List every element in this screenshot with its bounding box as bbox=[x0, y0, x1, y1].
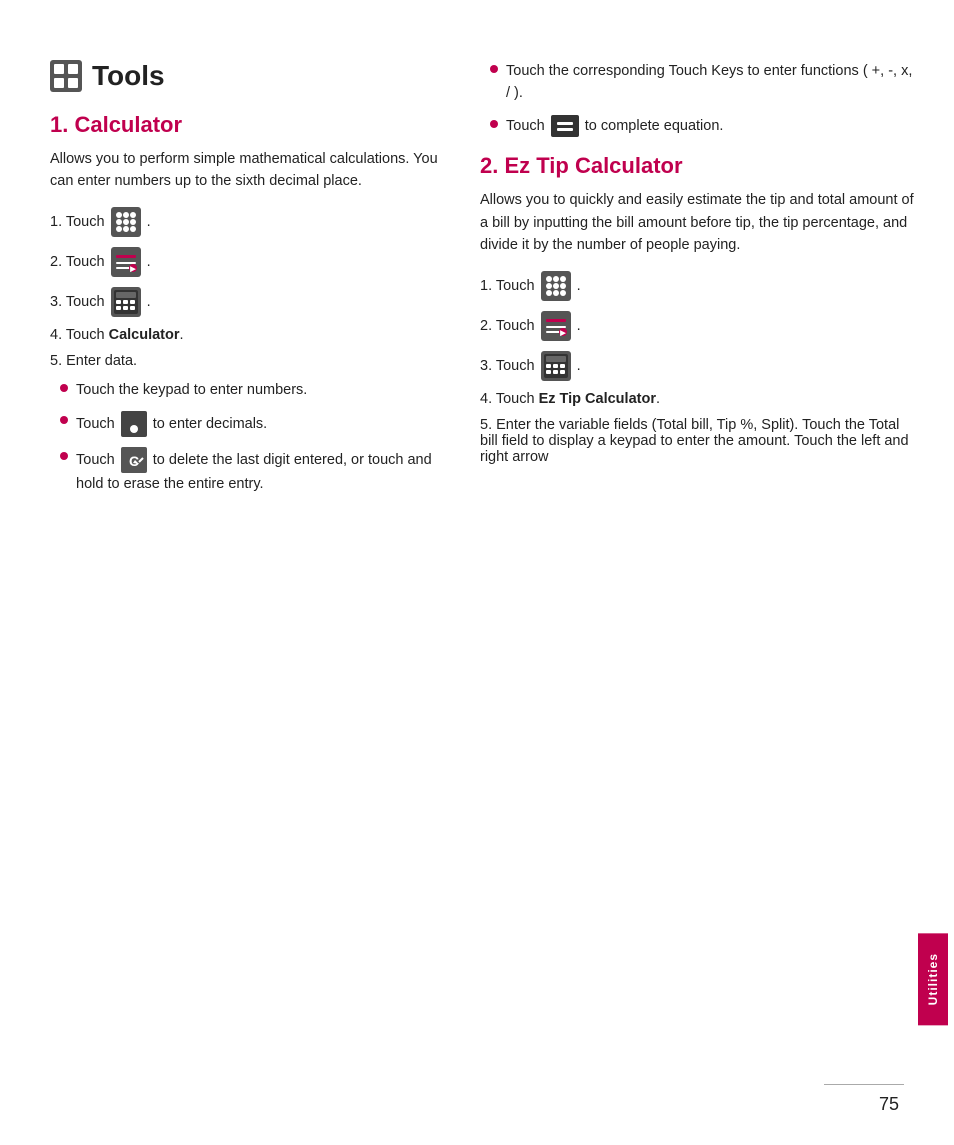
ez-step-3-period: . bbox=[577, 358, 581, 374]
calc-step-3: 3. Touch . bbox=[50, 287, 440, 317]
tools-icon bbox=[50, 60, 82, 92]
right-column: Touch the corresponding Touch Keys to en… bbox=[470, 60, 914, 1085]
step-2-icon: ▶ bbox=[111, 247, 141, 277]
svg-text:C: C bbox=[129, 453, 139, 469]
right-bullet-dot-2 bbox=[490, 120, 498, 128]
right-bullet-dot-1 bbox=[490, 65, 498, 73]
ez-tip-description: Allows you to quickly and easily estimat… bbox=[480, 189, 914, 256]
ez-step-1-period: . bbox=[577, 278, 581, 294]
divider-line bbox=[824, 1084, 904, 1085]
right-sidebar: Utilities bbox=[912, 0, 954, 1145]
utilities-tab: Utilities bbox=[918, 933, 948, 1025]
equals-icon bbox=[551, 115, 579, 137]
step-3-period: . bbox=[147, 294, 151, 310]
bullet-dot-2 bbox=[60, 416, 68, 424]
ez-step-3-icon bbox=[541, 351, 571, 381]
calculator-heading: 1. Calculator bbox=[50, 112, 440, 138]
calc-bullet-1-text: Touch the keypad to enter numbers. bbox=[76, 379, 307, 401]
right-bullet-2-text: Touch to complete equation. bbox=[506, 115, 723, 137]
ez-step-5-text: 5. Enter the variable fields (Total bill… bbox=[480, 417, 914, 465]
step-1-period: . bbox=[147, 214, 151, 230]
calc-bullets: Touch the keypad to enter numbers. Touch… bbox=[60, 379, 440, 496]
bullet-dot-1 bbox=[60, 384, 68, 392]
calc-step-2: 2. Touch ▶ . bbox=[50, 247, 440, 277]
calculator-description: Allows you to perform simple mathematica… bbox=[50, 148, 440, 193]
calc-bullet-3-text: Touch C to delete the last digit entered… bbox=[76, 447, 440, 495]
calculator-section: 1. Calculator Allows you to perform simp… bbox=[50, 112, 440, 496]
ez-step-3: 3. Touch . bbox=[480, 351, 914, 381]
right-bullet-1: Touch the corresponding Touch Keys to en… bbox=[490, 60, 914, 105]
calc-step-5: 5. Enter data. bbox=[50, 353, 440, 369]
ez-step-2: 2. Touch ▶ . bbox=[480, 311, 914, 341]
calc-step-4: 4. Touch Calculator. bbox=[50, 327, 440, 343]
ez-tip-heading: 2. Ez Tip Calculator bbox=[480, 153, 914, 179]
right-bullet-1-text: Touch the corresponding Touch Keys to en… bbox=[506, 60, 914, 105]
ez-step-3-label: 3. Touch bbox=[480, 358, 535, 374]
bullet-dot-3 bbox=[60, 452, 68, 460]
calc-bullet-2-text: Touch to enter decimals. bbox=[76, 411, 267, 437]
ez-step-4-text: 4. Touch Ez Tip Calculator. bbox=[480, 391, 660, 407]
calc-bullet-3: Touch C to delete the last digit entered… bbox=[60, 447, 440, 495]
left-column: Tools 1. Calculator Allows you to perfor… bbox=[50, 60, 470, 1085]
ez-step-2-icon: ▶ bbox=[541, 311, 571, 341]
step-5-text: 5. Enter data. bbox=[50, 353, 137, 369]
clear-icon: C bbox=[121, 447, 147, 473]
ez-step-1: 1. Touch . bbox=[480, 271, 914, 301]
step-2-period: . bbox=[147, 254, 151, 270]
page-container: Tools 1. Calculator Allows you to perfor… bbox=[0, 0, 954, 1145]
step-3-label: 3. Touch bbox=[50, 294, 105, 310]
svg-text:▶: ▶ bbox=[559, 330, 566, 337]
svg-text:▶: ▶ bbox=[129, 266, 136, 273]
ez-tip-section: 2. Ez Tip Calculator Allows you to quick… bbox=[480, 153, 914, 464]
calc-bullet-1: Touch the keypad to enter numbers. bbox=[60, 379, 440, 401]
ez-step-2-label: 2. Touch bbox=[480, 318, 535, 334]
ez-step-2-period: . bbox=[577, 318, 581, 334]
step-4-text: 4. Touch Calculator. bbox=[50, 327, 184, 343]
ez-step-5: 5. Enter the variable fields (Total bill… bbox=[480, 417, 914, 465]
step-3-icon bbox=[111, 287, 141, 317]
ez-step-4: 4. Touch Ez Tip Calculator. bbox=[480, 391, 914, 407]
calc-step-1: 1. Touch . bbox=[50, 207, 440, 237]
page-number: 75 bbox=[879, 1094, 899, 1115]
tools-title: Tools bbox=[92, 60, 165, 92]
tools-header: Tools bbox=[50, 60, 440, 92]
ez-step-1-label: 1. Touch bbox=[480, 278, 535, 294]
calc-bullet-2: Touch to enter decimals. bbox=[60, 411, 440, 437]
step-1-label: 1. Touch bbox=[50, 214, 105, 230]
right-bullet-2: Touch to complete equation. bbox=[490, 115, 914, 137]
right-bullets: Touch the corresponding Touch Keys to en… bbox=[490, 60, 914, 137]
step-1-icon bbox=[111, 207, 141, 237]
step-2-label: 2. Touch bbox=[50, 254, 105, 270]
ez-step-1-icon bbox=[541, 271, 571, 301]
decimal-icon bbox=[121, 411, 147, 437]
